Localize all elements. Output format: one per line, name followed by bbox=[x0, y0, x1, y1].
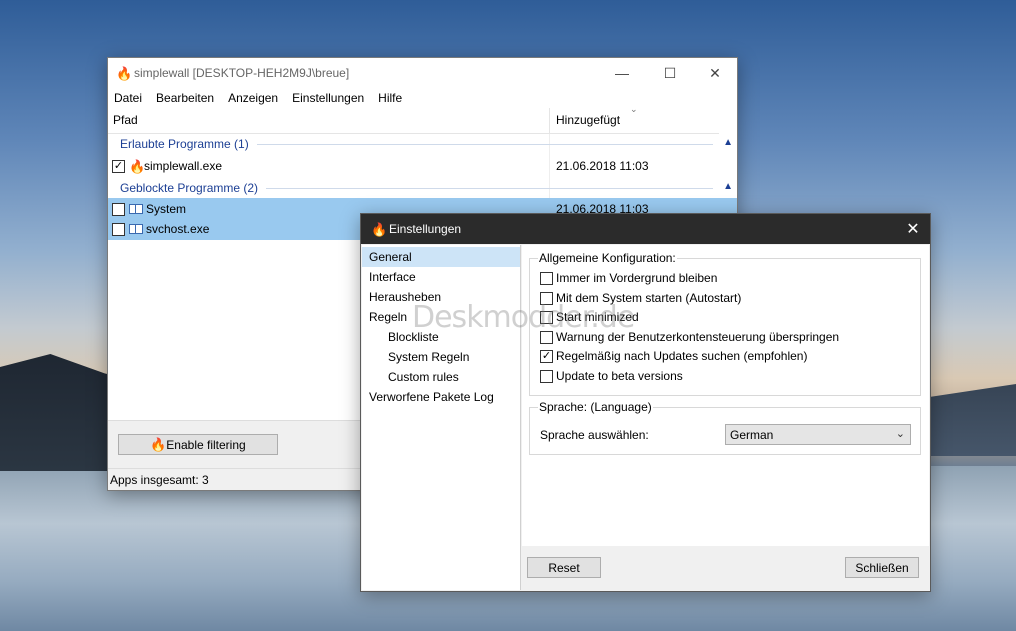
option-start-minimized[interactable]: Start minimized bbox=[540, 310, 639, 324]
language-legend: Sprache: (Language) bbox=[538, 400, 653, 414]
menu-datei[interactable]: Datei bbox=[114, 91, 142, 105]
nav-regeln[interactable]: Regeln bbox=[362, 307, 520, 327]
nav-system-regeln[interactable]: System Regeln bbox=[362, 347, 520, 367]
option-skip-uac-warning[interactable]: Warnung der Benutzerkontensteuerung über… bbox=[540, 330, 839, 344]
close-button[interactable]: Schließen bbox=[845, 557, 919, 578]
app-name: simplewall.exe bbox=[144, 159, 223, 173]
flame-icon: 🔥 bbox=[150, 437, 167, 452]
menu-hilfe[interactable]: Hilfe bbox=[378, 91, 402, 105]
list-item[interactable]: ✓ 🔥 simplewall.exe 21.06.2018 11:03 bbox=[108, 154, 719, 178]
nav-interface[interactable]: Interface bbox=[362, 267, 520, 287]
settings-dialog: 🔥 Einstellungen ✕ General Interface Hera… bbox=[360, 213, 931, 592]
flame-icon: 🔥 bbox=[116, 65, 133, 81]
option-check-updates[interactable]: ✓ Regelmäßig nach Updates suchen (empfoh… bbox=[540, 349, 807, 363]
general-config-legend: Allgemeine Konfiguration: bbox=[538, 251, 677, 265]
collapse-icon[interactable]: ▲ bbox=[723, 137, 733, 148]
option-label: Mit dem System starten (Autostart) bbox=[556, 291, 742, 305]
enable-filtering-label: Enable filtering bbox=[166, 437, 246, 452]
app-name: System bbox=[146, 202, 187, 216]
nav-blockliste[interactable]: Blockliste bbox=[362, 327, 520, 347]
group-divider bbox=[266, 187, 713, 189]
checkbox-system[interactable] bbox=[112, 202, 125, 216]
option-label: Warnung der Benutzerkontensteuerung über… bbox=[556, 330, 840, 344]
checkbox[interactable] bbox=[540, 310, 553, 324]
flame-icon: 🔥 bbox=[129, 158, 146, 174]
maximize-icon[interactable]: ☐ bbox=[647, 58, 693, 88]
option-label: Regelmäßig nach Updates suchen (empfohle… bbox=[556, 349, 808, 363]
option-label: Immer im Vordergrund bleiben bbox=[556, 271, 718, 285]
reset-label: Reset bbox=[548, 560, 580, 575]
group-label-allowed: Erlaubte Programme (1) bbox=[120, 137, 249, 151]
option-always-on-top[interactable]: Immer im Vordergrund bleiben bbox=[540, 271, 717, 285]
list-header: Pfad Hinzugefügt ⌄ bbox=[108, 104, 719, 134]
menu-bearbeiten[interactable]: Bearbeiten bbox=[156, 91, 214, 105]
app-window-icon bbox=[129, 204, 143, 214]
chevron-down-icon: ⌄ bbox=[895, 428, 905, 440]
group-header-blocked[interactable]: Geblockte Programme (2) ▲ bbox=[108, 178, 733, 198]
settings-footer: Reset Schließen bbox=[522, 546, 929, 590]
nav-herausheben[interactable]: Herausheben bbox=[362, 287, 520, 307]
app-window-icon bbox=[129, 224, 143, 234]
option-autostart[interactable]: Mit dem System starten (Autostart) bbox=[540, 291, 741, 305]
column-header-path[interactable]: Pfad bbox=[113, 113, 138, 127]
settings-close-icon[interactable]: ✕ bbox=[896, 214, 930, 244]
app-date: 21.06.2018 11:03 bbox=[556, 159, 649, 173]
close-label: Schließen bbox=[855, 560, 909, 575]
nav-custom-rules[interactable]: Custom rules bbox=[362, 367, 520, 387]
language-label: Sprache auswählen: bbox=[540, 428, 649, 442]
settings-titlebar: 🔥 Einstellungen bbox=[361, 214, 930, 244]
group-divider bbox=[256, 143, 713, 145]
group-header-allowed[interactable]: Erlaubte Programme (1) ▲ bbox=[108, 134, 733, 154]
column-separator[interactable] bbox=[549, 108, 550, 134]
main-window-title: simplewall [DESKTOP-HEH2M9J\breue] bbox=[134, 66, 350, 80]
settings-nav: General Interface Herausheben Regeln Blo… bbox=[362, 245, 521, 590]
checkbox-simplewall[interactable]: ✓ bbox=[112, 159, 125, 173]
nav-general[interactable]: General bbox=[362, 247, 520, 267]
menubar: Datei Bearbeiten Anzeigen Einstellungen … bbox=[108, 88, 737, 108]
sort-chevron-icon: ⌄ bbox=[630, 104, 638, 114]
checkbox[interactable] bbox=[540, 291, 553, 305]
option-label: Update to beta versions bbox=[556, 369, 683, 383]
checkbox[interactable] bbox=[540, 271, 553, 285]
language-group: Sprache: (Language) Sprache auswählen: G… bbox=[529, 400, 921, 455]
group-label-blocked: Geblockte Programme (2) bbox=[120, 181, 259, 195]
status-text: Apps insgesamt: 3 bbox=[110, 472, 209, 487]
minimize-icon[interactable]: — bbox=[599, 58, 645, 88]
collapse-icon[interactable]: ▲ bbox=[723, 181, 733, 192]
settings-title: Einstellungen bbox=[389, 222, 462, 236]
language-select[interactable]: German ⌄ bbox=[725, 424, 911, 445]
general-config-group: Allgemeine Konfiguration: Immer im Vorde… bbox=[529, 251, 921, 396]
checkbox[interactable] bbox=[540, 330, 553, 344]
close-icon[interactable]: ✕ bbox=[692, 58, 738, 88]
reset-button[interactable]: Reset bbox=[527, 557, 601, 578]
language-value: German bbox=[730, 427, 774, 442]
app-name: svchost.exe bbox=[146, 222, 210, 236]
enable-filtering-button[interactable]: 🔥 Enable filtering bbox=[118, 434, 278, 455]
menu-anzeigen[interactable]: Anzeigen bbox=[228, 91, 278, 105]
column-header-added[interactable]: Hinzugefügt bbox=[556, 113, 620, 127]
option-beta-updates[interactable]: Update to beta versions bbox=[540, 369, 683, 383]
option-label: Start minimized bbox=[556, 310, 639, 324]
checkbox-checked[interactable]: ✓ bbox=[540, 349, 553, 363]
nav-verworfene-pakete-log[interactable]: Verworfene Pakete Log bbox=[362, 387, 520, 407]
menu-einstellungen[interactable]: Einstellungen bbox=[292, 91, 364, 105]
checkbox[interactable] bbox=[540, 369, 553, 383]
checkbox-svchost[interactable] bbox=[112, 222, 125, 236]
flame-icon: 🔥 bbox=[371, 221, 388, 237]
settings-content: Allgemeine Konfiguration: Immer im Vorde… bbox=[522, 245, 929, 546]
